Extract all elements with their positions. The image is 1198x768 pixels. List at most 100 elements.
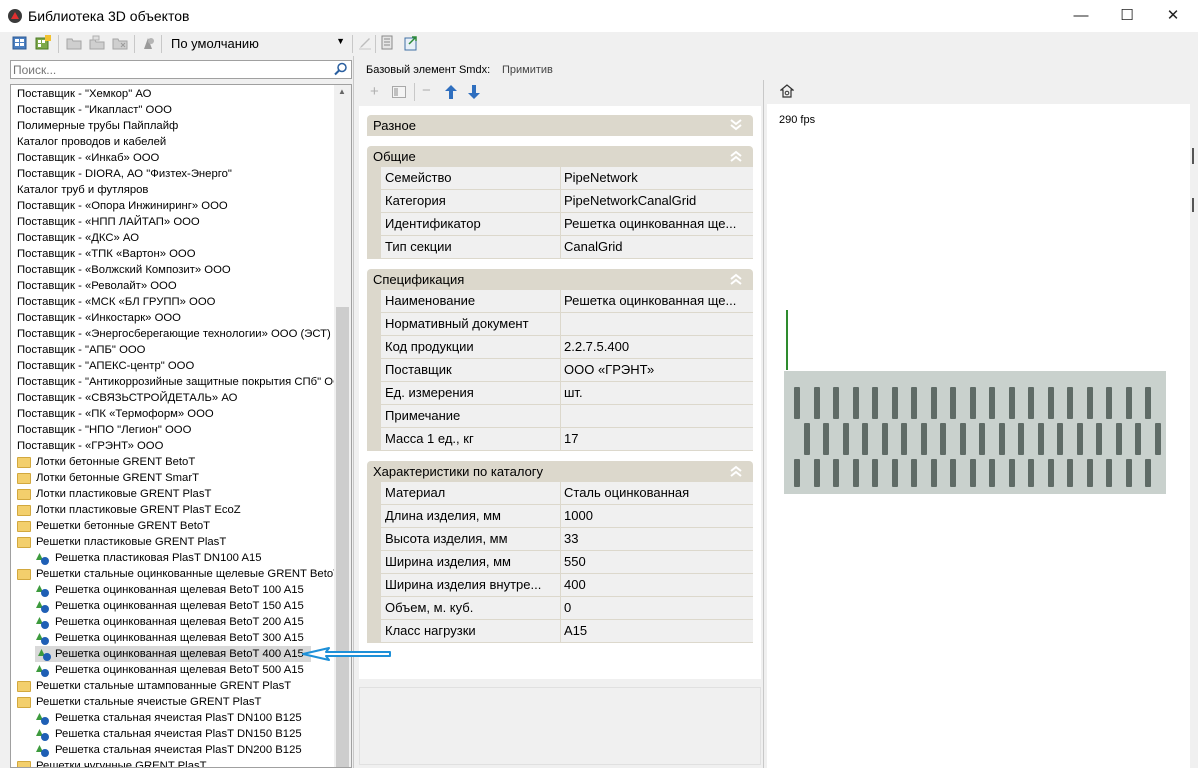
shapes-icon[interactable]	[140, 35, 156, 51]
property-section-header[interactable]: Спецификация	[367, 269, 753, 290]
tree-object[interactable]: Решетка пластиковая PlasT DN100 A15	[11, 550, 335, 566]
tree-object[interactable]: Решетка оцинкованная щелевая BetoT 150 A…	[11, 598, 335, 614]
tree-folder[interactable]: Решетки пластиковые GRENT PlasT	[11, 534, 335, 550]
tree-object[interactable]: Решетка оцинкованная щелевая BetoT 400 A…	[35, 646, 311, 662]
tree-folder[interactable]: Лотки бетонные GRENT SmarT	[11, 470, 335, 486]
property-row[interactable]: Длина изделия, мм 1000	[367, 505, 753, 528]
property-section-header[interactable]: Характеристики по каталогу	[367, 461, 753, 482]
tree-item[interactable]: Поставщик - "АПЕКС-центр" ООО	[11, 358, 335, 374]
property-row[interactable]: Высота изделия, мм 33	[367, 528, 753, 551]
property-value[interactable]: A15	[561, 620, 753, 643]
tree-item[interactable]: Поставщик - "Хемкор" АО	[11, 86, 335, 102]
property-value[interactable]: 33	[561, 528, 753, 551]
property-row[interactable]: Категория PipeNetworkCanalGrid	[367, 190, 753, 213]
property-row[interactable]: Класс нагрузки A15	[367, 620, 753, 643]
property-row[interactable]: Нормативный документ	[367, 313, 753, 336]
property-row[interactable]: Ширина изделия внутре... 400	[367, 574, 753, 597]
tree-folder[interactable]: Решетки бетонные GRENT BetoT	[11, 518, 335, 534]
tree-item[interactable]: Поставщик - «Опора Инжиниринг» ООО	[11, 198, 335, 214]
collapse-chevron-icon[interactable]	[729, 148, 743, 164]
new-folder-icon[interactable]	[66, 35, 82, 51]
property-value[interactable]: CanalGrid	[561, 236, 753, 259]
tree-item[interactable]: Поставщик - «НПП ЛАЙТАП» ООО	[11, 214, 335, 230]
property-row[interactable]: Наименование Решетка оцинкованная ще...	[367, 290, 753, 313]
scrollbar-thumb[interactable]	[336, 307, 349, 767]
tree-item[interactable]: Поставщик - «Энергосберегающие технологи…	[11, 326, 335, 342]
tree-object[interactable]: Решетка стальная ячеистая PlasT DN150 B1…	[11, 726, 335, 742]
add-property-icon[interactable]: +	[370, 83, 379, 100]
property-row[interactable]: Идентификатор Решетка оцинкованная ще...	[367, 213, 753, 236]
minimize-button[interactable]: —	[1058, 0, 1104, 32]
edit-pen-icon[interactable]	[357, 35, 373, 51]
property-value[interactable]: Сталь оцинкованная	[561, 482, 753, 505]
property-value[interactable]: 17	[561, 428, 753, 451]
property-value[interactable]: Решетка оцинкованная ще...	[561, 290, 753, 313]
tree-item[interactable]: Поставщик - "АПБ" ООО	[11, 342, 335, 358]
property-value[interactable]: 400	[561, 574, 753, 597]
tree-object[interactable]: Решетка оцинкованная щелевая BetoT 200 A…	[11, 614, 335, 630]
preset-select[interactable]: По умолчанию ▼	[166, 33, 348, 55]
tree-item[interactable]: Поставщик - «СВЯЗЬСТРОЙДЕТАЛЬ» АО	[11, 390, 335, 406]
tree-object[interactable]: Решетка оцинкованная щелевая BetoT 500 A…	[11, 662, 335, 678]
search-icon[interactable]	[334, 62, 348, 76]
tree-folder[interactable]: Решетки стальные ячеистые GRENT PlasT	[11, 694, 335, 710]
home-view-icon[interactable]	[780, 84, 794, 98]
property-row[interactable]: Поставщик ООО «ГРЭНТ»	[367, 359, 753, 382]
property-panel-icon[interactable]	[392, 86, 406, 98]
property-row[interactable]: Материал Сталь оцинкованная	[367, 482, 753, 505]
property-value[interactable]: 2.2.7.5.400	[561, 336, 753, 359]
property-section-header[interactable]: Разное	[367, 115, 753, 136]
property-row[interactable]: Код продукции 2.2.7.5.400	[367, 336, 753, 359]
delete-folder-icon[interactable]	[112, 35, 128, 51]
property-section-header[interactable]: Общие	[367, 146, 753, 167]
tree-item[interactable]: Поставщик - «ПК «Термоформ» ООО	[11, 406, 335, 422]
search-box[interactable]	[10, 60, 352, 79]
property-row[interactable]: Ед. измерения шт.	[367, 382, 753, 405]
tree-item[interactable]: Поставщик - "Антикоррозийные защитные по…	[11, 374, 335, 390]
tree-object[interactable]: Решетка стальная ячеистая PlasT DN200 B1…	[11, 742, 335, 758]
tree-folder[interactable]: Решетки стальные оцинкованные щелевые GR…	[11, 566, 335, 582]
add-library-icon[interactable]	[12, 35, 28, 51]
tree-object[interactable]: Решетка стальная ячеистая PlasT DN100 B1…	[11, 710, 335, 726]
property-value[interactable]	[561, 405, 753, 428]
tree-item[interactable]: Поставщик - "НПО "Легион" ООО	[11, 422, 335, 438]
property-row[interactable]: Ширина изделия, мм 550	[367, 551, 753, 574]
tree-object[interactable]: Решетка оцинкованная щелевая BetoT 100 A…	[11, 582, 335, 598]
tree-item[interactable]: Поставщик - «Револайт» ООО	[11, 278, 335, 294]
collapse-chevron-icon[interactable]	[729, 271, 743, 287]
tree-object[interactable]: Решетка оцинкованная щелевая BetoT 300 A…	[11, 630, 335, 646]
property-value[interactable]: PipeNetworkCanalGrid	[561, 190, 753, 213]
tree-folder[interactable]: Лотки пластиковые GRENT PlasT EcoZ	[11, 502, 335, 518]
tree-item[interactable]: Поставщик - «Инкостарк» ООО	[11, 310, 335, 326]
property-value[interactable]: шт.	[561, 382, 753, 405]
remove-property-icon[interactable]: −	[422, 82, 431, 99]
tree-item[interactable]: Поставщик - «МСК «БЛ ГРУПП» ООО	[11, 294, 335, 310]
tree-folder[interactable]: Решетки стальные штампованные GRENT Plas…	[11, 678, 335, 694]
maximize-button[interactable]: ☐	[1104, 0, 1150, 32]
tree-scrollbar[interactable]: ▲	[334, 85, 351, 767]
collapse-chevron-icon[interactable]	[729, 463, 743, 479]
property-value[interactable]	[561, 313, 753, 336]
property-value[interactable]: ООО «ГРЭНТ»	[561, 359, 753, 382]
close-button[interactable]: ✕	[1150, 0, 1196, 32]
property-value[interactable]: 1000	[561, 505, 753, 528]
tree-item[interactable]: Поставщик - DIORA, АО "Физтех-Энерго"	[11, 166, 335, 182]
tree-item[interactable]: Каталог труб и футляров	[11, 182, 335, 198]
property-row[interactable]: Объем, м. куб. 0	[367, 597, 753, 620]
tree-item[interactable]: Поставщик - «ДКС» АО	[11, 230, 335, 246]
tree-item[interactable]: Поставщик - "Икапласт" ООО	[11, 102, 335, 118]
scroll-up-icon[interactable]: ▲	[338, 87, 346, 96]
property-row[interactable]: Масса 1 ед., кг 17	[367, 428, 753, 451]
document-icon[interactable]	[380, 35, 396, 51]
move-up-icon[interactable]	[445, 85, 457, 99]
tree-item[interactable]: Поставщик - «Волжский Композит» ООО	[11, 262, 335, 278]
property-value[interactable]: 0	[561, 597, 753, 620]
tree-item[interactable]: Поставщик - «Инкаб» ООО	[11, 150, 335, 166]
copy-folder-icon[interactable]	[89, 35, 105, 51]
property-value[interactable]: Решетка оцинкованная ще...	[561, 213, 753, 236]
tree-item[interactable]: Каталог проводов и кабелей	[11, 134, 335, 150]
property-row[interactable]: Тип секции CanalGrid	[367, 236, 753, 259]
property-row[interactable]: Примечание	[367, 405, 753, 428]
expand-chevron-icon[interactable]	[729, 117, 743, 133]
add-object-icon[interactable]	[35, 35, 51, 51]
